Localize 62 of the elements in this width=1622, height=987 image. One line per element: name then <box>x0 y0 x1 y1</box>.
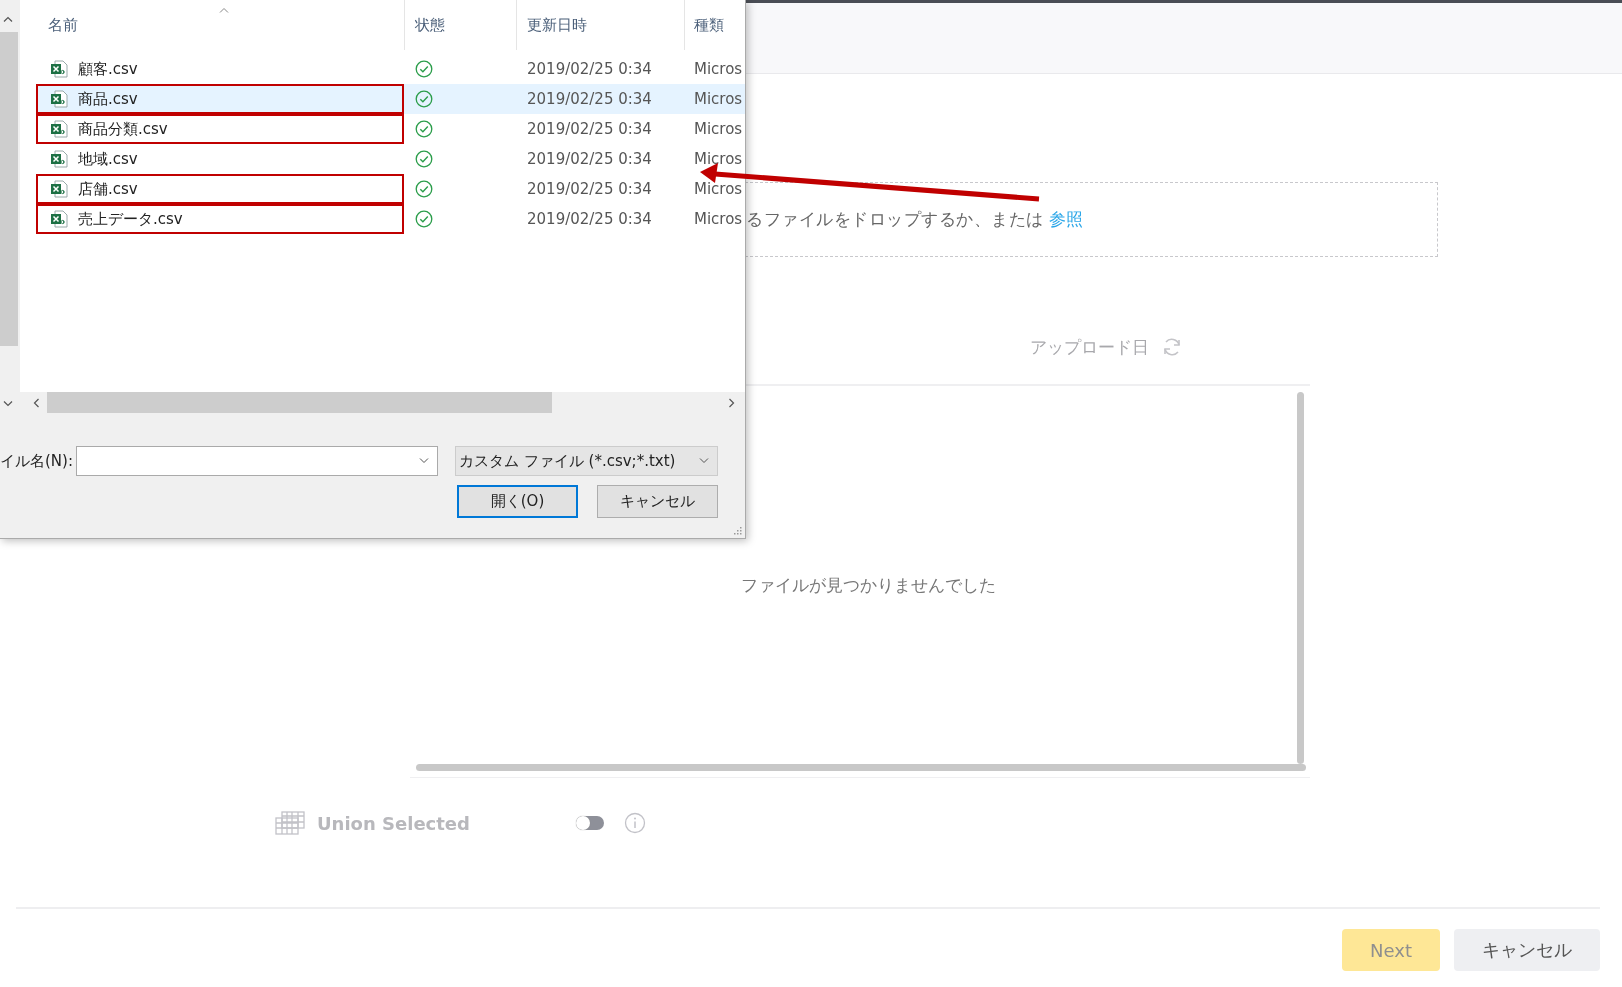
file-type: Micros <box>693 150 744 168</box>
file-name: 売上データ.csv <box>78 209 183 229</box>
scroll-down-icon[interactable] <box>3 401 13 407</box>
sync-check-icon <box>415 120 433 138</box>
cancel-button[interactable]: キャンセル <box>1454 929 1600 971</box>
file-type: Micros <box>693 60 744 78</box>
open-button[interactable]: 開く(O) <box>457 485 578 518</box>
spreadsheet-file-icon <box>50 180 68 198</box>
modified-date: 2019/02/25 0:34 <box>526 60 653 78</box>
sort-caret-icon <box>219 7 229 13</box>
sync-check-icon <box>415 150 433 168</box>
scroll-up-icon[interactable] <box>3 16 13 22</box>
spreadsheet-file-icon <box>50 120 68 138</box>
scroll-right-icon[interactable] <box>729 397 735 408</box>
file-type: Micros <box>693 90 744 108</box>
vertical-scrollbar[interactable] <box>0 0 20 413</box>
file-type-dropdown[interactable]: カスタム ファイル (*.csv;*.txt) <box>455 446 718 476</box>
drop-instruction: るファイルをドロップするか、または <box>746 208 1044 231</box>
vertical-scrollbar[interactable] <box>1297 392 1304 764</box>
file-name-label: イル名(N): <box>0 451 74 471</box>
scroll-left-icon[interactable] <box>33 397 39 408</box>
dropdown-caret-icon[interactable] <box>419 458 429 464</box>
spreadsheet-file-icon <box>50 210 68 228</box>
union-toggle[interactable] <box>575 816 604 830</box>
modified-date: 2019/02/25 0:34 <box>526 150 653 168</box>
file-row[interactable]: 商品分類.csv 2019/02/25 0:34 Micros <box>38 114 745 144</box>
file-type: Micros <box>693 210 744 228</box>
file-name: 店舗.csv <box>78 179 138 199</box>
horizontal-scrollbar[interactable] <box>416 764 1306 771</box>
sync-check-icon <box>415 60 433 78</box>
file-row[interactable]: 顧客.csv 2019/02/25 0:34 Micros <box>38 54 745 84</box>
sync-check-icon <box>415 210 433 228</box>
info-icon[interactable] <box>623 812 646 834</box>
spreadsheet-file-icon <box>50 90 68 108</box>
column-header[interactable]: 更新日時 <box>517 0 685 50</box>
sync-check-icon <box>415 180 433 198</box>
union-selected-label: Union Selected <box>317 812 470 834</box>
file-name: 地域.csv <box>78 149 138 169</box>
file-row[interactable]: 商品.csv 2019/02/25 0:34 Micros <box>38 84 745 114</box>
file-name: 商品分類.csv <box>78 119 168 139</box>
refresh-icon[interactable] <box>1161 336 1183 358</box>
column-header[interactable]: 名前 <box>20 0 405 50</box>
upload-date-label: アップロード日 <box>1030 335 1149 359</box>
grid-icon <box>275 811 305 835</box>
file-type: Micros <box>693 120 744 138</box>
file-name: 顧客.csv <box>78 59 138 79</box>
modified-date: 2019/02/25 0:34 <box>526 120 653 138</box>
resize-grip-icon[interactable] <box>733 526 742 535</box>
file-type: Micros <box>693 180 744 198</box>
column-header[interactable]: 種類 <box>685 0 745 50</box>
cancel-button[interactable]: キャンセル <box>597 485 718 518</box>
sync-check-icon <box>415 90 433 108</box>
spreadsheet-file-icon <box>50 60 68 78</box>
empty-message: ファイルが見つかりませんでした <box>740 573 997 597</box>
horizontal-scrollbar[interactable] <box>20 392 745 413</box>
dropdown-caret-icon <box>699 458 709 464</box>
file-row[interactable]: 地域.csv 2019/02/25 0:34 Micros <box>38 144 745 174</box>
column-header[interactable]: 状態 <box>405 0 517 50</box>
file-name: 商品.csv <box>78 89 138 109</box>
spreadsheet-file-icon <box>50 150 68 168</box>
file-name-field[interactable] <box>76 446 438 476</box>
modified-date: 2019/02/25 0:34 <box>526 90 653 108</box>
